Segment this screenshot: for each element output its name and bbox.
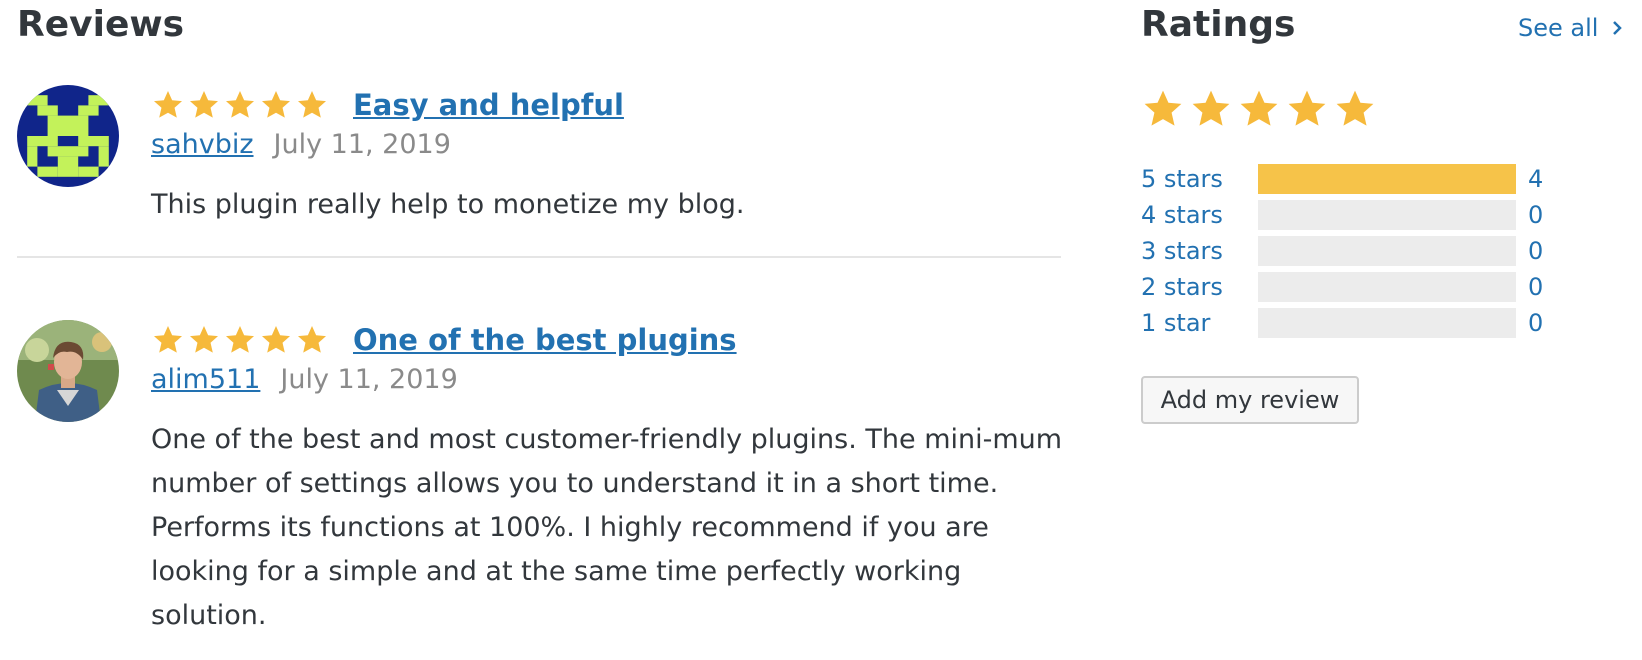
review-meta: alim511 July 11, 2019 (151, 364, 458, 395)
ratings-heading: Ratings (1141, 4, 1296, 45)
rating-bar-row[interactable]: 2 stars 0 (1141, 272, 1543, 302)
review-star-rating (151, 324, 329, 356)
review-date: July 11, 2019 (280, 364, 458, 395)
star-icon (298, 91, 326, 118)
reviews-heading: Reviews (17, 4, 185, 45)
star-icon (1288, 90, 1326, 126)
rating-bar-fill (1258, 164, 1516, 194)
rating-bar-track (1258, 200, 1516, 230)
overall-star-rating (1141, 88, 1377, 130)
review-divider (17, 256, 1061, 258)
rating-bar-label[interactable]: 3 stars (1141, 237, 1258, 265)
see-all-link[interactable]: See all (1518, 14, 1623, 42)
review-meta: sahvbiz July 11, 2019 (151, 129, 451, 160)
rating-bar-track (1258, 272, 1516, 302)
star-icon (1144, 90, 1182, 126)
review-body: This plugin really help to monetize my b… (151, 189, 745, 220)
rating-bar-count: 4 (1528, 165, 1544, 193)
review-header: One of the best plugins (151, 320, 737, 360)
chevron-right-icon (1612, 14, 1623, 42)
rating-bar-label[interactable]: 2 stars (1141, 273, 1258, 301)
rating-bar-count: 0 (1528, 309, 1544, 337)
star-icon (262, 326, 290, 353)
star-icon (1336, 90, 1374, 126)
rating-bar-row[interactable]: 4 stars 0 (1141, 200, 1543, 230)
rating-bar-count: 0 (1528, 237, 1544, 265)
rating-bar-track (1258, 308, 1516, 338)
identicon-avatar-icon (17, 85, 119, 187)
rating-bar-count: 0 (1528, 273, 1544, 301)
rating-bar-row[interactable]: 3 stars 0 (1141, 236, 1543, 266)
review-body: One of the best and most customer-friend… (151, 424, 1063, 631)
avatar[interactable] (17, 85, 119, 187)
rating-breakdown: 5 stars 4 4 stars 0 3 stars 0 2 stars 0 … (1141, 164, 1543, 344)
rating-bar-label[interactable]: 1 star (1141, 309, 1258, 337)
star-icon (298, 326, 326, 353)
rating-bar-track (1258, 236, 1516, 266)
add-review-button[interactable]: Add my review (1141, 376, 1359, 424)
review-title-link[interactable]: One of the best plugins (353, 323, 737, 357)
review-author-link[interactable]: alim511 (151, 364, 260, 395)
star-icon (1192, 90, 1230, 126)
rating-bar-count: 0 (1528, 201, 1544, 229)
rating-bar-label[interactable]: 4 stars (1141, 201, 1258, 229)
review-author-link[interactable]: sahvbiz (151, 129, 254, 160)
rating-bar-row[interactable]: 5 stars 4 (1141, 164, 1543, 194)
rating-bar-track (1258, 164, 1516, 194)
review-header: Easy and helpful (151, 85, 624, 125)
star-icon (190, 326, 218, 353)
star-icon (262, 91, 290, 118)
star-icon (190, 91, 218, 118)
star-icon (226, 326, 254, 353)
star-icon (226, 91, 254, 118)
user-photo-avatar-icon (17, 320, 119, 422)
star-icon (154, 326, 182, 353)
review-date: July 11, 2019 (273, 129, 451, 160)
star-icon (1240, 90, 1278, 126)
rating-bar-label[interactable]: 5 stars (1141, 165, 1258, 193)
rating-bar-row[interactable]: 1 star 0 (1141, 308, 1543, 338)
review-title-link[interactable]: Easy and helpful (353, 88, 624, 122)
review-star-rating (151, 89, 329, 121)
star-icon (154, 91, 182, 118)
see-all-label: See all (1518, 14, 1599, 42)
avatar[interactable] (17, 320, 119, 422)
